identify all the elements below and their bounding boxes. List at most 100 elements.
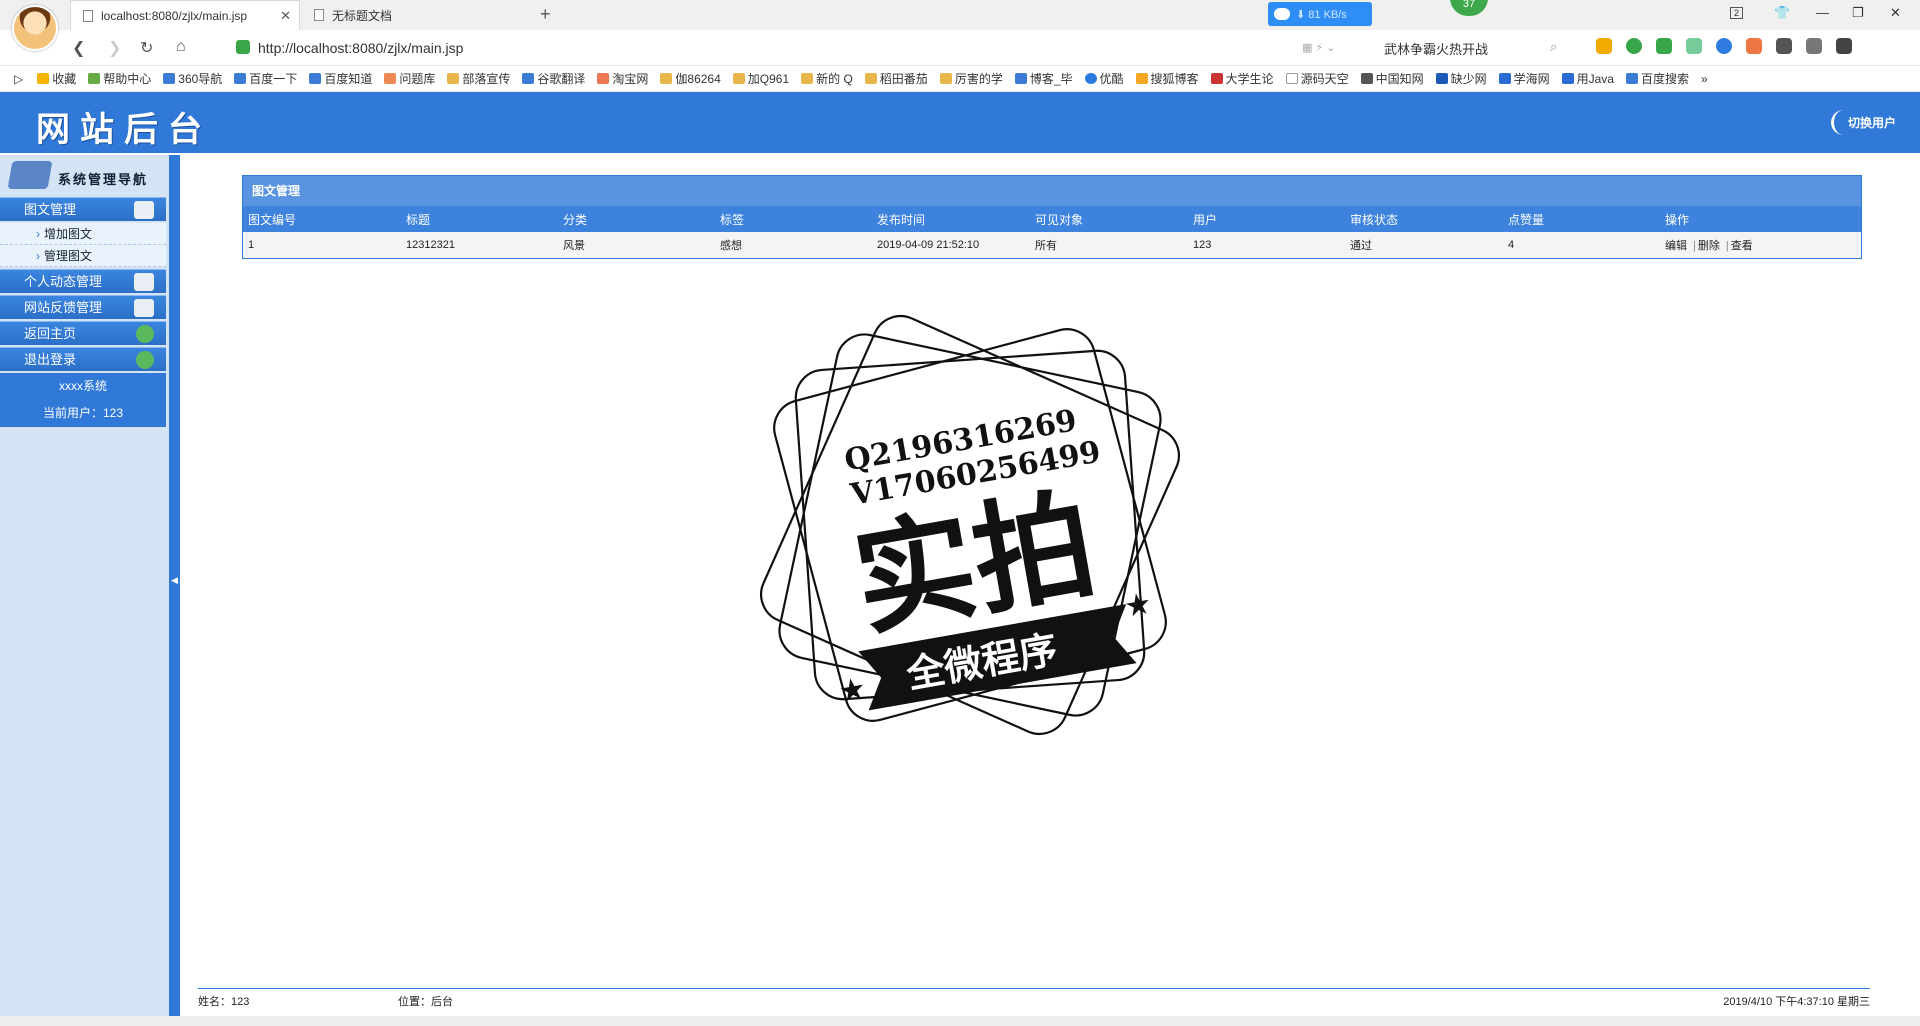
bookmark-item[interactable]: 360导航 (163, 70, 222, 87)
footer-datetime: 2019/4/10 下午4:37:10 星期三 (1723, 996, 1870, 1008)
reload-icon[interactable]: ↻ (140, 38, 153, 58)
sidebar: 系统管理导航 图文管理 增加图文 管理图文 个人动态管理 网站反馈管理 返回主页… (0, 155, 170, 1026)
page-footer: 姓名：123 位置：后台 2019/4/10 下午4:37:10 星期三 (198, 988, 1870, 1014)
back-icon[interactable]: ❮ (72, 38, 85, 58)
tab-untitled[interactable]: 无标题文档 (302, 0, 532, 30)
bookmark-item[interactable]: 搜狐博客 (1135, 70, 1199, 87)
bookmark-item[interactable]: 问题库 (384, 70, 435, 87)
bookmark-item[interactable]: 帮助中心 (88, 70, 151, 87)
image-icon[interactable] (1686, 38, 1702, 54)
footer-name: 姓名：123 (198, 996, 250, 1008)
cell-status: 通过 (1350, 240, 1372, 252)
user-avatar[interactable] (12, 5, 58, 51)
bookmark-item[interactable]: 稻田番茄 (864, 70, 928, 87)
sidebar-collapse-handle[interactable]: ◀ (170, 155, 180, 1026)
bookmark-item[interactable]: 用Java (1561, 70, 1614, 87)
minimize-icon[interactable]: — (1816, 5, 1829, 20)
column-header: 标题 (406, 212, 431, 227)
sidebar-menu-home[interactable]: 返回主页 (0, 321, 166, 345)
delete-link[interactable]: 删除 (1698, 240, 1720, 252)
bookmark-item[interactable]: 淘宝网 (597, 70, 648, 87)
browser-status-bar (0, 1016, 1920, 1026)
image-text-table: 图文编号 标题 分类 标签 发布时间 可见对象 用户 审核状态 点赞量 操作 1… (243, 206, 1861, 258)
more-bookmarks-icon[interactable]: » (1701, 72, 1708, 86)
bookmark-item[interactable]: 缺少网 (1435, 70, 1487, 87)
exit-icon (136, 351, 154, 369)
translate-icon[interactable] (1626, 38, 1642, 54)
bookmark-item[interactable]: 厉害的学 (939, 70, 1003, 87)
notification-badge[interactable]: 37 (1450, 0, 1488, 16)
sidebar-menu-image-text[interactable]: 图文管理 (0, 197, 166, 221)
bookmark-item[interactable]: 学海网 (1498, 70, 1550, 87)
edit-icon (134, 201, 154, 219)
sidebar-menu-feedback[interactable]: 网站反馈管理 (0, 295, 166, 319)
bookmarks-toggle-icon[interactable]: ▷ (14, 72, 23, 86)
close-tab-icon[interactable]: ✕ (280, 8, 291, 24)
sidebar-menu-logout[interactable]: 退出登录 (0, 347, 166, 371)
apps-grid-icon[interactable] (1746, 38, 1762, 54)
bookmark-item[interactable]: 谷歌翻译 (522, 70, 585, 87)
coin-icon[interactable] (1596, 38, 1612, 54)
secure-shield-icon (236, 40, 250, 54)
sidebar-item-add-image-text[interactable]: 增加图文 (0, 223, 166, 245)
home-icon[interactable]: ⌂ (176, 38, 186, 56)
bookmark-item[interactable]: 大学生论 (1210, 70, 1274, 87)
scissors-icon[interactable] (1656, 38, 1672, 54)
forward-icon[interactable]: ❯ (108, 38, 121, 58)
tab-main-jsp[interactable]: localhost:8080/zjlx/main.jsp ✕ (70, 0, 300, 30)
column-header: 分类 (563, 212, 588, 227)
cell-id: 1 (248, 239, 255, 251)
page-icon (314, 9, 324, 21)
column-header: 标签 (720, 212, 745, 227)
cell-time: 2019-04-09 21:52:10 (877, 239, 980, 251)
bookmark-item[interactable]: 伽86264 (660, 70, 721, 87)
bookmark-item[interactable]: 源码天空 (1285, 70, 1349, 87)
tab-count[interactable]: 2 (1730, 7, 1744, 19)
download-speed-indicator[interactable]: ⬇ 81 KB/s (1268, 2, 1372, 26)
table-header-row: 图文编号 标题 分类 标签 发布时间 可见对象 用户 审核状态 点赞量 操作 (243, 206, 1861, 232)
search-input[interactable]: 武林争霸火热开战 (1384, 39, 1488, 58)
edit-icon (134, 299, 154, 317)
edit-icon (134, 273, 154, 291)
cell-user: 123 (1193, 239, 1212, 251)
sidebar-menu-personal-dynamics[interactable]: 个人动态管理 (0, 269, 166, 293)
edit-link[interactable]: 编辑 (1665, 240, 1687, 252)
menu-label: 退出登录 (24, 352, 77, 367)
restore-icon[interactable]: ❐ (1852, 5, 1864, 21)
address-tools-icon[interactable]: ▦ ⚡ ⌄ (1302, 41, 1335, 54)
bookmark-item[interactable]: 百度一下 (234, 70, 297, 87)
main-content: 图文管理 图文编号 标题 分类 标签 发布时间 可见对象 用户 审核状态 点赞量… (180, 155, 1920, 1026)
bookmark-item[interactable]: 新的 Q (801, 70, 853, 87)
browser-tab-bar: localhost:8080/zjlx/main.jsp ✕ 无标题文档 + ⬇… (0, 0, 1920, 51)
switch-user-button[interactable]: 切换用户 (1830, 110, 1904, 135)
bookmark-item[interactable]: 百度搜索 (1625, 70, 1689, 87)
close-window-icon[interactable]: ✕ (1890, 5, 1901, 21)
menu-icon[interactable] (1836, 38, 1852, 54)
bookmark-item[interactable]: 博客_毕 (1014, 70, 1073, 87)
menu-label: 图文管理 (24, 202, 77, 217)
magnifier-icon[interactable] (1716, 38, 1732, 54)
tablet-icon[interactable] (1776, 38, 1792, 54)
bookmark-item[interactable]: 加Q961 (732, 70, 789, 87)
refresh-arrow-icon (136, 325, 154, 343)
address-bar[interactable]: http://localhost:8080/zjlx/main.jsp (258, 40, 463, 56)
laptop-logo-icon (7, 161, 53, 189)
footer-location: 位置：后台 (398, 996, 453, 1008)
extension-icons (1596, 38, 1852, 54)
new-tab-plus-icon[interactable]: + (540, 4, 551, 25)
column-header: 操作 (1665, 212, 1690, 227)
undo-icon[interactable] (1806, 38, 1822, 54)
bookmark-item[interactable]: 中国知网 (1360, 70, 1424, 87)
tab-label: localhost:8080/zjlx/main.jsp (101, 8, 248, 23)
column-header: 审核状态 (1350, 212, 1399, 227)
bookmark-item[interactable]: 收藏 (37, 70, 76, 87)
view-link[interactable]: 查看 (1731, 240, 1753, 252)
cloud-icon (1274, 8, 1290, 20)
shirt-skin-icon[interactable]: 👕 (1774, 5, 1790, 21)
bookmark-item[interactable]: 百度知道 (309, 70, 372, 87)
search-icon[interactable]: ⌕ (1550, 39, 1557, 55)
sidebar-item-manage-image-text[interactable]: 管理图文 (0, 245, 166, 267)
bookmark-item[interactable]: 部落宣传 (447, 70, 510, 87)
bookmark-item[interactable]: 优酷 (1084, 70, 1124, 87)
menu-label: 网站反馈管理 (24, 300, 103, 315)
